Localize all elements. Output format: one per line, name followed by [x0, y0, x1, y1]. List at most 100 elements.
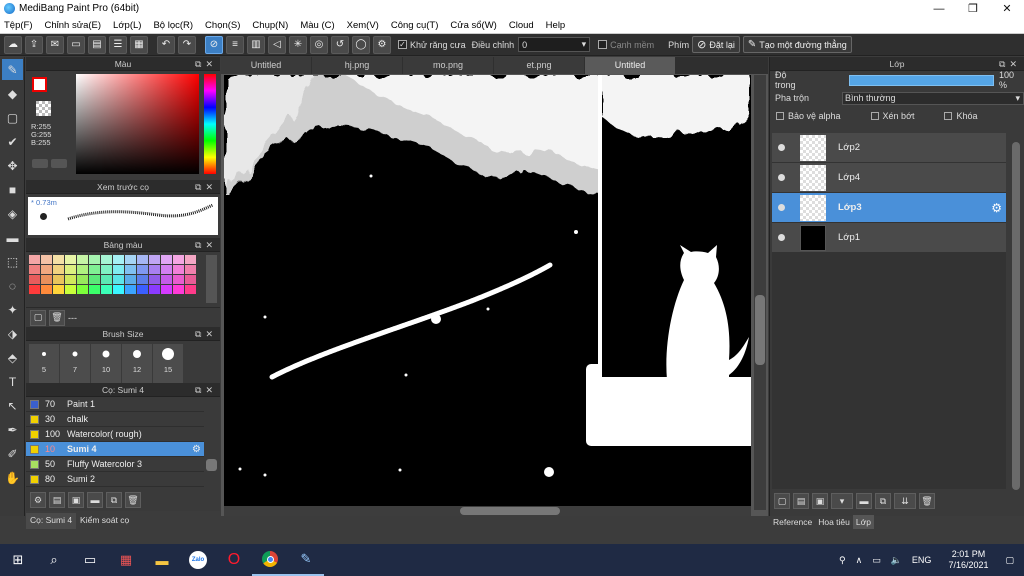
delete-palette-icon[interactable]: 🗑 — [49, 309, 65, 326]
palette-swatch[interactable] — [29, 255, 40, 264]
palette-swatch[interactable] — [185, 285, 196, 294]
palette-swatch[interactable] — [41, 255, 52, 264]
menu-edit[interactable]: Chỉnh sửa(E) — [45, 20, 102, 31]
palette-swatch[interactable] — [53, 265, 64, 274]
brush-list-item[interactable]: 10 Sumi 4 ⚙ — [26, 442, 204, 457]
transparent-color-swatch[interactable] — [36, 101, 51, 116]
color-mode-button-1[interactable] — [32, 159, 48, 168]
notification-icon[interactable]: ▢ — [1005, 555, 1014, 566]
palette-swatch[interactable] — [137, 265, 148, 274]
chrome-icon[interactable] — [252, 544, 288, 576]
magic-wand-icon[interactable]: ✦ — [2, 299, 23, 320]
palette-swatch[interactable] — [137, 255, 148, 264]
fill-tool-icon[interactable]: ◈ — [2, 203, 23, 224]
brush-list-item[interactable]: 50 Fluffy Watercolor 3 — [26, 457, 204, 472]
palette-swatch[interactable] — [101, 285, 112, 294]
color-mode-button-2[interactable] — [51, 159, 67, 168]
primary-color-swatch[interactable] — [32, 77, 47, 92]
palette-swatch[interactable] — [65, 255, 76, 264]
zalo-icon[interactable]: Zalo — [180, 544, 216, 576]
layer-item[interactable]: Lớp1 — [772, 223, 1006, 253]
select-eraser-icon[interactable]: ⬘ — [2, 347, 23, 368]
ellipse-snap-icon[interactable]: ◯ — [352, 35, 370, 54]
palette-swatch[interactable] — [77, 275, 88, 284]
brush-list-item[interactable]: 100 Watercolor( rough) — [26, 427, 204, 442]
palette-swatch[interactable] — [161, 255, 172, 264]
undo-icon[interactable]: ↶ — [157, 35, 175, 54]
menu-tools[interactable]: Công cụ(T) — [391, 20, 439, 31]
share-icon[interactable]: ⇪ — [25, 35, 43, 54]
tab-hj[interactable]: hj.png — [312, 57, 402, 74]
palette-swatch[interactable] — [113, 265, 124, 274]
palette-swatch[interactable] — [29, 265, 40, 274]
palette-swatch[interactable] — [173, 285, 184, 294]
lock-checkbox[interactable]: Khóa — [944, 111, 978, 121]
tab-untitled-1[interactable]: Untitled — [221, 57, 311, 74]
palette-swatch[interactable] — [65, 265, 76, 274]
palette-swatch[interactable] — [41, 285, 52, 294]
cloud-icon[interactable]: ☁ — [4, 35, 22, 54]
layer-folder-icon[interactable]: ▬ — [856, 493, 872, 509]
visibility-icon[interactable] — [778, 204, 785, 211]
brush-list-item[interactable]: 80 Sumi 2 — [26, 472, 204, 487]
clipping-checkbox[interactable]: Xén bớt — [870, 111, 914, 121]
saturation-value-picker[interactable] — [76, 74, 199, 174]
straight-line-button[interactable]: ✎ Tạo một đường thẳng — [742, 36, 852, 53]
folder-icon[interactable]: ▬ — [87, 492, 103, 508]
grid-icon[interactable]: ▦ — [130, 35, 148, 54]
save-icon[interactable]: ▤ — [88, 35, 106, 54]
palette-swatch[interactable] — [101, 255, 112, 264]
protect-alpha-checkbox[interactable]: Bảo vệ alpha — [776, 111, 841, 121]
palette-swatch[interactable] — [149, 255, 160, 264]
brush-tab[interactable]: Cọ: Sumi 4 — [26, 513, 77, 529]
palette-swatch[interactable] — [101, 265, 112, 274]
palette-swatch[interactable] — [125, 285, 136, 294]
palette-swatch[interactable] — [77, 265, 88, 274]
layer-item[interactable]: Lớp2 — [772, 133, 1006, 163]
antialias-checkbox[interactable]: ✓ Khử răng cưa — [398, 40, 466, 50]
tab-untitled-2[interactable]: Untitled — [585, 57, 675, 74]
visibility-icon[interactable] — [778, 234, 785, 241]
snap-settings-icon[interactable]: ⚙ — [373, 35, 391, 54]
add-brush-icon[interactable]: ▤ — [49, 492, 65, 508]
tab-et[interactable]: et.png — [494, 57, 584, 74]
task-view-icon[interactable]: ▭ — [72, 544, 108, 576]
store-icon[interactable]: ▦ — [108, 544, 144, 576]
parallel-snap-icon[interactable]: ≡ — [226, 35, 244, 54]
brush-list-item[interactable]: 70 Paint 1 — [26, 397, 204, 412]
palette-swatch[interactable] — [113, 255, 124, 264]
brush-settings-icon[interactable]: ⚙ — [30, 492, 46, 508]
layer-item[interactable]: Lớp4 — [772, 163, 1006, 193]
menu-filter[interactable]: Bộ lọc(R) — [153, 20, 193, 31]
palette-swatch[interactable] — [173, 275, 184, 284]
canvas-horizontal-scrollbar[interactable] — [224, 506, 751, 516]
menu-window[interactable]: Cửa sổ(W) — [450, 20, 496, 31]
brush-size-option[interactable]: 12 — [122, 344, 152, 383]
select-pen-icon[interactable]: ⬗ — [2, 323, 23, 344]
opera-icon[interactable]: O — [216, 544, 252, 576]
palette-swatch[interactable] — [41, 275, 52, 284]
palette-swatch[interactable] — [53, 285, 64, 294]
palette-swatch[interactable] — [77, 285, 88, 294]
panel-controls-icon[interactable]: ⧉✕ — [195, 180, 217, 194]
palette-swatch[interactable] — [53, 255, 64, 264]
opacity-slider[interactable] — [848, 74, 994, 86]
palette-swatch[interactable] — [149, 285, 160, 294]
redo-icon[interactable]: ↷ — [178, 35, 196, 54]
drawing-canvas[interactable] — [224, 75, 751, 510]
palette-swatch[interactable] — [137, 285, 148, 294]
palette-swatch[interactable] — [89, 255, 100, 264]
new-8bit-layer-icon[interactable]: ▣ — [812, 493, 828, 509]
panel-controls-icon[interactable]: ⧉✕ — [195, 327, 217, 341]
network-icon[interactable]: ▭ — [872, 555, 881, 566]
palette-swatch[interactable] — [173, 255, 184, 264]
eraser-tool-icon[interactable]: ◆ — [2, 83, 23, 104]
bucket-tool-icon[interactable]: ✔ — [2, 131, 23, 152]
hue-slider[interactable] — [204, 74, 216, 174]
delete-brush-icon[interactable]: 🗑 — [125, 492, 141, 508]
duplicate-icon[interactable]: ⧉ — [106, 492, 122, 508]
tab-layer[interactable]: Lớp — [852, 515, 874, 529]
operation-tool-icon[interactable]: ↖ — [2, 395, 23, 416]
tray-chevron-icon[interactable]: ∧ — [856, 555, 863, 566]
delete-layer-icon[interactable]: 🗑 — [919, 493, 935, 509]
